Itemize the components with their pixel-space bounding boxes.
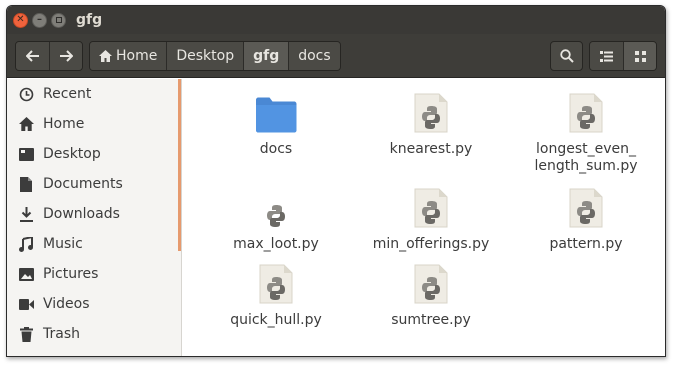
sidebar-item-music[interactable]: Music: [7, 229, 181, 259]
file-label: min_offerings.py: [372, 236, 490, 252]
file-item-knearest[interactable]: knearest.py: [356, 93, 506, 158]
sidebar-item-pictures[interactable]: Pictures: [7, 259, 181, 289]
breadcrumb-label: gfg: [253, 48, 280, 64]
grid-view-button[interactable]: [623, 42, 656, 70]
close-window-button[interactable]: ✕: [13, 12, 28, 28]
sidebar-item-label: Music: [43, 236, 83, 252]
search-icon: [559, 49, 574, 63]
maximize-icon: [55, 17, 62, 23]
sidebar-item-label: Trash: [43, 326, 80, 342]
grid-view-icon: [634, 50, 646, 62]
folder-icon: [256, 97, 297, 133]
file-manager-window: ✕ – gfg Home Desktop gfg docs Recent Hom…: [6, 5, 666, 357]
python-file-icon: [414, 264, 448, 304]
video-icon: [18, 296, 34, 312]
clock-icon: [18, 86, 34, 102]
breadcrumb-label: Home: [116, 48, 158, 64]
file-grid: docs knearest.py longest_even_ length_su…: [183, 79, 665, 356]
home-icon: [99, 50, 112, 62]
sidebar-item-recent[interactable]: Recent: [7, 79, 181, 109]
file-item-pattern[interactable]: pattern.py: [511, 188, 661, 253]
sidebar-item-label: Downloads: [43, 206, 120, 222]
toolbar: Home Desktop gfg docs: [7, 34, 665, 78]
file-item-quick-hull[interactable]: quick_hull.py: [201, 264, 351, 329]
file-label-line2: length_sum.py: [534, 158, 638, 174]
view-toggle: [589, 41, 657, 71]
maximize-window-button[interactable]: [51, 12, 66, 28]
sidebar-item-videos[interactable]: Videos: [7, 289, 181, 319]
sidebar-item-home[interactable]: Home: [7, 109, 181, 139]
sidebar-item-downloads[interactable]: Downloads: [7, 199, 181, 229]
python-file-icon: [414, 188, 448, 228]
sidebar-item-trash[interactable]: Trash: [7, 319, 181, 349]
sidebar-item-label: Pictures: [43, 266, 99, 282]
breadcrumb-docs[interactable]: docs: [288, 42, 340, 70]
download-icon: [18, 206, 34, 222]
python-file-icon: [569, 188, 603, 228]
file-item-longest-even-length-sum[interactable]: longest_even_ length_sum.py: [511, 93, 661, 175]
folder-item-docs[interactable]: docs: [201, 93, 351, 158]
music-icon: [18, 236, 34, 252]
file-item-min-offerings[interactable]: min_offerings.py: [356, 188, 506, 253]
close-icon: ✕: [16, 14, 25, 25]
minimize-window-button[interactable]: –: [32, 12, 47, 28]
file-item-sumtree[interactable]: sumtree.py: [356, 264, 506, 329]
sidebar-item-label: Videos: [43, 296, 90, 312]
sidebar-scroll-indicator: [178, 79, 181, 251]
file-label: sumtree.py: [391, 312, 471, 328]
arrow-left-icon: [25, 50, 39, 62]
list-view-button[interactable]: [590, 42, 623, 70]
sidebar-item-desktop[interactable]: Desktop: [7, 139, 181, 169]
search-button[interactable]: [550, 41, 583, 71]
breadcrumb-desktop[interactable]: Desktop: [166, 42, 244, 70]
desktop-icon: [18, 146, 34, 162]
document-icon: [18, 176, 34, 192]
breadcrumb-home[interactable]: Home: [90, 42, 167, 70]
sidebar-item-label: Desktop: [43, 146, 101, 162]
file-label-line1: longest_even_: [536, 141, 636, 157]
file-label: max_loot.py: [233, 236, 319, 252]
sidebar-item-label: Home: [43, 116, 85, 132]
sidebar-item-label: Recent: [43, 86, 92, 102]
breadcrumb: Home Desktop gfg docs: [89, 41, 341, 71]
breadcrumb-label: Desktop: [176, 48, 235, 64]
sidebar-item-label: Documents: [43, 176, 123, 192]
trash-icon: [18, 326, 34, 342]
window-title: gfg: [76, 12, 103, 28]
arrow-right-icon: [60, 50, 73, 62]
file-label: docs: [259, 141, 293, 157]
picture-icon: [18, 266, 34, 282]
home-icon: [18, 116, 34, 132]
file-label: knearest.py: [389, 141, 473, 157]
file-label: quick_hull.py: [230, 312, 322, 328]
list-view-icon: [600, 50, 613, 62]
python-file-icon: [259, 264, 293, 304]
python-logo-icon: [267, 205, 285, 227]
title-bar: ✕ – gfg: [7, 6, 665, 34]
minimize-icon: –: [37, 14, 42, 25]
python-file-icon: [569, 93, 603, 133]
breadcrumb-label: docs: [298, 48, 331, 64]
toolbar-right: [550, 41, 657, 71]
python-file-icon: [414, 93, 448, 133]
back-button[interactable]: [16, 42, 49, 70]
file-item-max-loot[interactable]: max_loot.py: [201, 188, 351, 253]
breadcrumb-gfg[interactable]: gfg: [243, 42, 289, 70]
sidebar: Recent Home Desktop Documents Downloads: [7, 79, 182, 356]
file-label: pattern.py: [549, 236, 623, 252]
sidebar-item-documents[interactable]: Documents: [7, 169, 181, 199]
navigation-buttons: [15, 41, 83, 71]
forward-button[interactable]: [49, 42, 82, 70]
